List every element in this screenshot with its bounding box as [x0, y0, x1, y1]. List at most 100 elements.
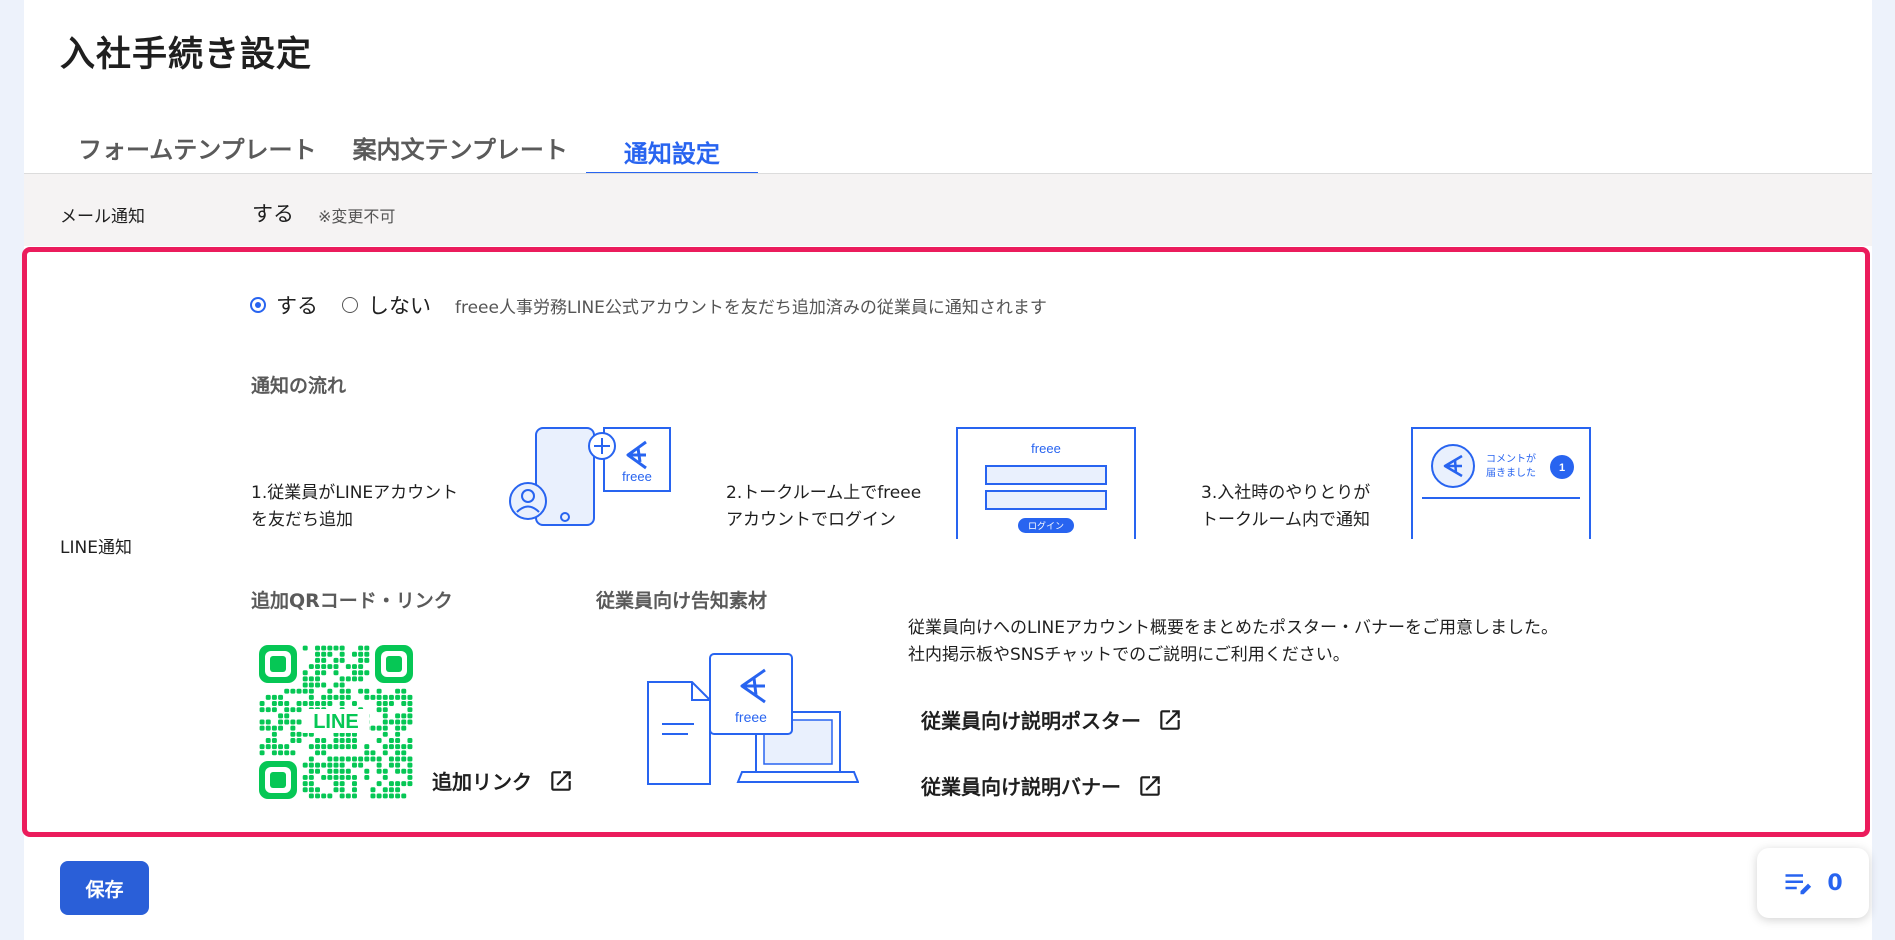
qr-module — [321, 774, 327, 780]
qr-module — [333, 774, 339, 780]
qr-module — [278, 713, 284, 719]
qr-module — [327, 774, 333, 780]
qr-module — [376, 701, 382, 706]
external-link-icon — [1140, 775, 1160, 796]
qr-module — [327, 756, 333, 762]
comment-list-button[interactable]: 0 — [1757, 848, 1869, 918]
qr-module — [358, 664, 364, 670]
qr-module — [339, 781, 345, 787]
qr-module — [315, 768, 320, 774]
qr-module — [327, 694, 333, 700]
qr-module — [364, 651, 370, 657]
save-button[interactable]: 保存 — [60, 861, 149, 915]
qr-module — [382, 750, 388, 756]
qr-module — [395, 694, 401, 700]
qr-module — [308, 762, 314, 768]
qr-module — [395, 738, 401, 743]
qr-module — [339, 676, 345, 682]
qr-module — [315, 787, 320, 793]
qr-module — [308, 664, 314, 670]
qr-module — [321, 738, 327, 743]
qr-module — [364, 688, 370, 694]
qr-module — [407, 756, 413, 762]
qr-module — [327, 664, 333, 670]
qr-module — [352, 756, 357, 762]
qr-module — [345, 756, 351, 762]
qr-module — [315, 762, 320, 768]
flow-step-1-line1: 1.従業員がLINEアカウント — [251, 483, 459, 503]
qr-module — [339, 657, 345, 663]
qr-module — [364, 744, 370, 750]
qr-module — [395, 744, 401, 750]
radio-no-label[interactable]: しない — [368, 290, 431, 320]
qr-module — [278, 750, 284, 756]
line-notification-label: LINE通知 — [60, 538, 132, 558]
external-link-icon — [1160, 709, 1180, 730]
mail-notification-row — [24, 174, 1872, 246]
qr-module — [290, 707, 296, 713]
qr-module — [321, 762, 327, 768]
qr-module — [339, 682, 345, 688]
qr-module — [321, 645, 327, 651]
tab-notification-settings[interactable]: 通知設定 — [585, 124, 758, 174]
qr-module — [308, 787, 314, 793]
qr-module — [265, 744, 271, 750]
qr-module — [370, 793, 376, 799]
poster-link[interactable]: 従業員向け説明ポスター — [921, 705, 1183, 734]
radio-yes[interactable] — [250, 297, 266, 313]
qr-module — [401, 719, 407, 725]
radio-no[interactable] — [342, 297, 358, 313]
qr-module — [290, 725, 296, 731]
qr-module — [364, 694, 370, 700]
qr-module — [358, 651, 364, 657]
qr-module — [333, 670, 339, 676]
qr-module — [302, 774, 308, 780]
qr-module — [265, 719, 271, 725]
qr-module — [358, 762, 364, 768]
qr-module — [271, 707, 277, 713]
qr-module — [315, 750, 320, 756]
qr-module — [345, 768, 351, 774]
materials-logo-text: freee — [735, 709, 767, 725]
qr-module — [352, 670, 357, 676]
qr-module — [358, 645, 364, 651]
qr-module — [327, 762, 333, 768]
qr-module — [278, 701, 284, 706]
qr-module — [302, 688, 308, 694]
qr-module — [395, 713, 401, 719]
qr-module — [315, 657, 320, 663]
page-title: 入社手続き設定 — [60, 35, 313, 75]
qr-module — [327, 688, 333, 694]
qr-module — [376, 793, 382, 799]
qr-module — [302, 781, 308, 787]
qr-module — [308, 676, 314, 682]
qr-module — [401, 694, 407, 700]
qr-module — [352, 744, 357, 750]
qr-module — [401, 688, 407, 694]
qr-module — [352, 676, 357, 682]
qr-module — [376, 756, 382, 762]
banner-link[interactable]: 従業員向け説明バナー — [921, 771, 1163, 800]
qr-module — [352, 738, 357, 743]
radio-yes-label[interactable]: する — [276, 290, 318, 320]
qr-module — [290, 750, 296, 756]
tab-guide-template[interactable]: 案内文テンプレート — [335, 124, 586, 168]
qr-module — [271, 744, 277, 750]
qr-module — [352, 664, 357, 670]
qr-module — [271, 701, 277, 706]
qr-module — [401, 756, 407, 762]
qr-module — [315, 682, 320, 688]
qr-module — [382, 731, 388, 737]
qr-module — [370, 787, 376, 793]
tab-form-template[interactable]: フォームテンプレート — [60, 124, 335, 168]
qr-center-text: LINE — [313, 711, 359, 733]
flow-step-2-line2: アカウントでログイン — [726, 510, 896, 530]
add-link[interactable]: 追加リンク — [432, 766, 574, 795]
qr-module — [407, 768, 413, 774]
qr-module — [407, 738, 413, 743]
qr-module — [352, 793, 357, 799]
qr-module — [321, 744, 327, 750]
qr-module — [265, 707, 271, 713]
qr-module — [382, 719, 388, 725]
qr-module — [339, 793, 345, 799]
